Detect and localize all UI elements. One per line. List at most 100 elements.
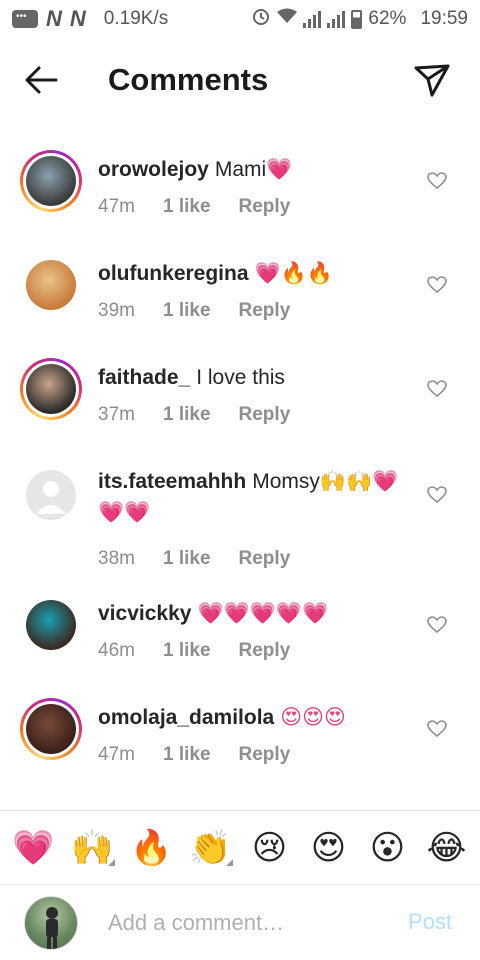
current-user-avatar — [24, 896, 78, 950]
commenter-avatar[interactable] — [20, 150, 82, 212]
skin-tone-indicator — [107, 858, 115, 866]
emoji-glyph: 😂 — [426, 827, 467, 868]
laughing-face-emoji[interactable]: 😂 — [421, 828, 473, 868]
like-heart-icon[interactable] — [427, 172, 449, 192]
signal-icon — [303, 10, 322, 28]
raising-hands-emoji[interactable]: 🙌 — [67, 828, 119, 868]
comment-row: olufunkeregina 💗🔥🔥 39m 1 like Reply — [0, 252, 480, 352]
emoji-glyph: 🔥 — [130, 827, 173, 868]
comment-message: I love this — [196, 366, 285, 389]
emoji-glyph: 😢 — [251, 827, 288, 868]
avatar-photo — [26, 260, 76, 310]
reply-button[interactable]: Reply — [239, 744, 291, 766]
reply-button[interactable]: Reply — [239, 300, 291, 322]
comment-emoji: 💗💗💗💗💗 — [197, 601, 329, 625]
commenter-avatar[interactable] — [20, 464, 82, 526]
page-title: Comments — [108, 62, 269, 97]
comment-like-count[interactable]: 1 like — [163, 196, 211, 218]
like-heart-icon[interactable] — [427, 276, 449, 296]
comment-row: vicvickky 💗💗💗💗💗 46m 1 like Reply — [0, 592, 480, 692]
status-right: 62% 19:59 — [251, 6, 468, 32]
avatar-frame — [23, 701, 79, 757]
like-heart-icon[interactable] — [427, 616, 449, 636]
comment-text: omolaja_damilola 😍😍😍 — [98, 702, 400, 733]
comment-like-count[interactable]: 1 like — [163, 300, 211, 322]
comment-time: 46m — [98, 640, 135, 661]
surprised-face-emoji[interactable]: 😮 — [362, 828, 414, 868]
emoji-glyph: 💗 — [12, 827, 55, 868]
network-n-icon: N — [46, 6, 62, 31]
share-button[interactable] — [412, 60, 452, 100]
comment-like-count[interactable]: 1 like — [163, 404, 211, 426]
comment-time: 47m — [98, 196, 135, 217]
like-heart-icon[interactable] — [427, 720, 449, 740]
comment-text: orowolejoy Mami💗 — [98, 154, 400, 185]
comment-username[interactable]: omolaja_damilola — [98, 706, 274, 729]
reply-button[interactable]: Reply — [239, 404, 291, 426]
message-notification-icon — [12, 10, 38, 28]
comment-emoji: 😍😍😍 — [280, 705, 346, 729]
paper-plane-icon — [414, 64, 450, 97]
like-heart-icon[interactable] — [427, 380, 449, 400]
comment-username[interactable]: faithade_ — [98, 366, 190, 389]
comment-time: 37m — [98, 404, 135, 425]
back-button[interactable] — [22, 60, 62, 100]
commenter-avatar[interactable] — [20, 698, 82, 760]
avatar-photo — [26, 470, 76, 520]
comment-text: faithade_ I love this — [98, 362, 400, 393]
network-n-icon-2: N — [69, 6, 86, 31]
comment-like-count[interactable]: 1 like — [163, 640, 211, 662]
reply-button[interactable]: Reply — [239, 548, 291, 570]
avatar-photo — [26, 156, 76, 206]
clock: 19:59 — [420, 8, 468, 29]
like-heart-icon[interactable] — [427, 486, 449, 506]
avatar-frame — [23, 153, 79, 209]
comment-text: olufunkeregina 💗🔥🔥 — [98, 258, 400, 289]
avatar-frame — [23, 257, 79, 313]
emoji-glyph: 😍 — [310, 827, 347, 868]
comment-meta: 39m 1 like Reply — [98, 300, 290, 322]
comment-row: omolaja_damilola 😍😍😍 47m 1 like Reply — [0, 696, 480, 796]
comment-message: Mami — [214, 158, 267, 181]
commenter-avatar[interactable] — [20, 254, 82, 316]
reply-button[interactable]: Reply — [239, 640, 291, 662]
emoji-quick-bar: 💗 🙌 🔥 👏 😢 😍 😮 😂 — [0, 810, 480, 884]
comment-message: Momsy — [252, 470, 320, 493]
heart-eyes-emoji[interactable]: 😍 — [303, 828, 355, 868]
comment-time: 38m — [98, 548, 135, 569]
comment-emoji: 💗 — [266, 157, 293, 181]
battery-icon — [351, 9, 363, 29]
emoji-glyph: 😮 — [369, 827, 406, 868]
comment-emoji: 💗🔥🔥 — [254, 261, 333, 285]
comment-username[interactable]: orowolejoy — [98, 158, 209, 181]
comment-meta: 47m 1 like Reply — [98, 744, 290, 766]
commenter-avatar[interactable] — [20, 358, 82, 420]
comment-username[interactable]: olufunkeregina — [98, 262, 249, 285]
crying-face-emoji[interactable]: 😢 — [244, 828, 296, 868]
comment-input[interactable] — [108, 907, 388, 939]
comment-username[interactable]: vicvickky — [98, 602, 191, 625]
comment-meta: 38m 1 like Reply — [98, 548, 290, 570]
battery-percent: 62% — [368, 8, 407, 29]
comment-username[interactable]: its.fateemahhh — [98, 470, 246, 493]
heart-emoji[interactable]: 💗 — [8, 828, 60, 868]
avatar-frame — [23, 361, 79, 417]
comment-row: orowolejoy Mami💗 47m 1 like Reply — [0, 148, 480, 248]
signal-icon-2 — [327, 10, 346, 28]
commenter-avatar[interactable] — [20, 594, 82, 656]
comment-row: faithade_ I love this 37m 1 like Reply — [0, 356, 480, 456]
comment-like-count[interactable]: 1 like — [163, 548, 211, 570]
comment-meta: 47m 1 like Reply — [98, 196, 290, 218]
post-button[interactable]: Post — [408, 909, 452, 935]
comment-like-count[interactable]: 1 like — [163, 744, 211, 766]
avatar-frame — [23, 467, 79, 523]
fire-emoji[interactable]: 🔥 — [126, 828, 178, 868]
clapping-hands-emoji[interactable]: 👏 — [185, 828, 237, 868]
reply-button[interactable]: Reply — [239, 196, 291, 218]
comment-composer: Post — [0, 884, 480, 960]
comment-text: vicvickky 💗💗💗💗💗 — [98, 598, 400, 629]
arrow-left-icon — [25, 66, 58, 94]
comment-meta: 37m 1 like Reply — [98, 404, 290, 426]
skin-tone-indicator — [225, 858, 233, 866]
comment-time: 39m — [98, 300, 135, 321]
